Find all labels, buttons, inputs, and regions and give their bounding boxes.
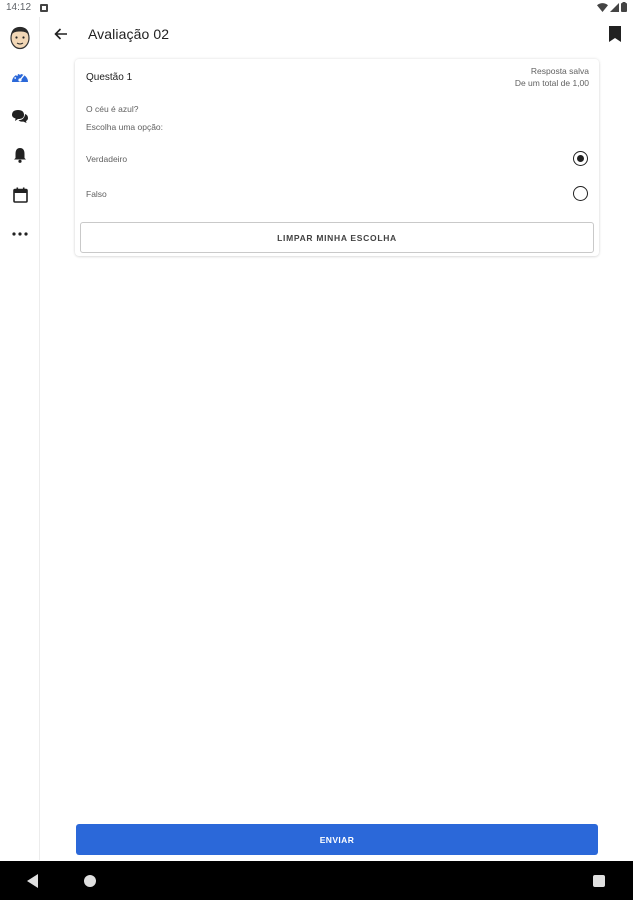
page-title: Avaliação 02 [88,26,170,42]
question-status-saved: Resposta salva [530,66,589,76]
option-label: Verdadeiro [86,154,128,164]
nav-back-icon [27,874,38,888]
navigation-bar [0,861,633,900]
clear-choice-button[interactable]: LIMPAR MINHA ESCOLHA [80,222,594,253]
battery-icon [621,2,627,12]
question-instruction: Escolha uma opção: [86,122,164,132]
radio-dot [576,154,584,162]
option-verdadeiro[interactable]: Verdadeiro [75,145,599,173]
question-status: Resposta salva De um total de 1,00 [515,65,589,89]
submit-button[interactable]: ENVIAR [76,824,598,855]
question-status-total: De um total de 1,00 [514,78,589,88]
radio-unselected[interactable] [573,186,588,201]
signal-icon [610,2,619,12]
sidebar-item-calendar[interactable] [8,183,32,207]
bookmark-icon [609,26,621,42]
question-card: Questão 1 Resposta salva De um total de … [75,59,599,256]
option-label: Falso [86,189,107,199]
sidebar-item-more[interactable] [8,222,32,246]
sidebar [0,17,40,860]
radio-selected[interactable] [573,151,588,166]
calendar-icon [12,187,28,203]
chat-icon [12,109,28,123]
arrow-back-icon [54,28,67,40]
more-icon [12,232,28,236]
nav-home-icon[interactable] [84,875,96,887]
notification-icon [40,4,48,12]
avatar[interactable] [8,26,32,50]
bell-icon [14,148,26,163]
bookmark-button[interactable] [606,24,624,44]
status-bar: 14:12 [0,0,633,17]
back-button[interactable] [49,23,73,45]
sidebar-item-messages[interactable] [8,104,32,128]
dashboard-icon [12,73,28,82]
nav-back-button[interactable] [26,873,40,889]
nav-recents-icon[interactable] [593,875,605,887]
status-time: 14:12 [6,2,32,13]
sidebar-item-dashboard[interactable] [8,64,32,88]
avatar-icon [10,26,30,50]
question-title: Questão 1 [86,72,133,83]
option-falso[interactable]: Falso [75,180,599,208]
status-icons [597,2,627,12]
sidebar-item-notifications[interactable] [8,143,32,167]
question-text: O céu é azul? [86,104,139,114]
wifi-icon [597,2,608,12]
